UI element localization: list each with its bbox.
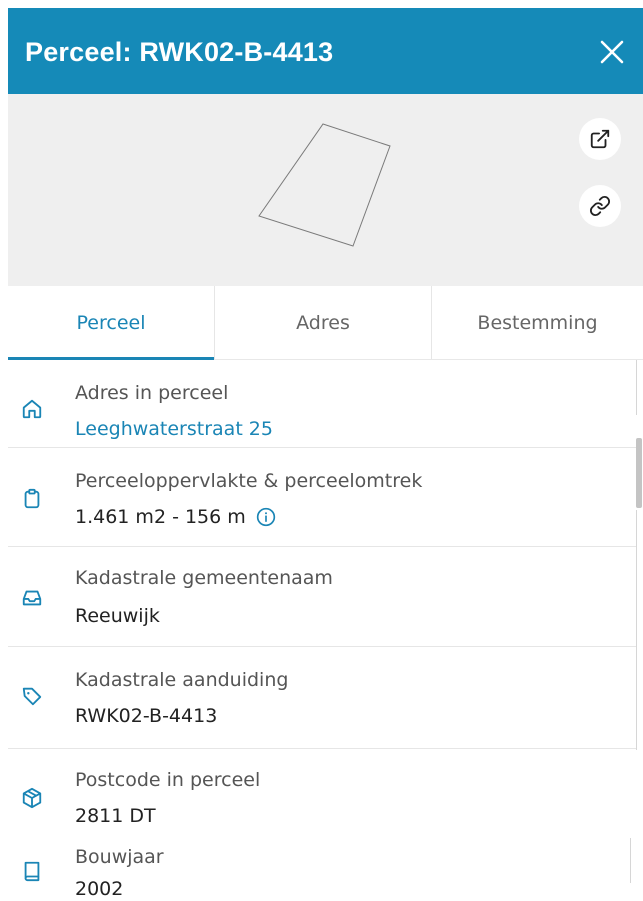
- build-year-label: Bouwjaar: [75, 846, 164, 868]
- inbox-icon: [22, 590, 42, 606]
- tab-adres[interactable]: Adres: [215, 286, 431, 360]
- list-item: Kadastrale aanduiding RWK02-B-4413: [8, 647, 636, 748]
- clipboard-icon: [24, 488, 40, 509]
- area-value-wrap: 1.461 m2 - 156 m: [75, 506, 276, 528]
- tag-icon: [22, 687, 42, 706]
- tab-perceel-label: Perceel: [76, 312, 146, 334]
- list-item: Perceeloppervlakte & perceelomtrek 1.461…: [8, 448, 636, 546]
- tab-adres-label: Adres: [296, 312, 350, 334]
- list-item: Bouwjaar 2002: [8, 830, 636, 901]
- external-link-icon: [590, 129, 610, 149]
- open-external-button[interactable]: [579, 118, 621, 160]
- panel-header: Perceel: RWK02-B-4413: [8, 8, 643, 94]
- book-icon: [24, 861, 40, 882]
- municipality-label: Kadastrale gemeentenaam: [75, 567, 333, 589]
- address-link[interactable]: Leeghwaterstraat 25: [75, 418, 273, 440]
- build-year-value: 2002: [75, 878, 124, 900]
- parcel-outline: [258, 123, 391, 247]
- scrollbar[interactable]: [636, 360, 643, 901]
- list-item: Kadastrale gemeentenaam Reeuwijk: [8, 547, 636, 646]
- tab-perceel[interactable]: Perceel: [8, 286, 214, 360]
- list-item: Adres in perceel Leeghwaterstraat 25: [8, 360, 636, 447]
- tab-bar: Perceel Adres Bestemming: [8, 286, 643, 360]
- link-icon: [589, 195, 611, 217]
- area-label: Perceeloppervlakte & perceelomtrek: [75, 470, 423, 492]
- close-icon: [600, 40, 624, 64]
- home-icon: [22, 399, 42, 419]
- parcel-map[interactable]: [8, 94, 643, 286]
- area-value: 1.461 m2 - 156 m: [75, 506, 246, 528]
- panel-title: Perceel: RWK02-B-4413: [25, 37, 334, 67]
- scroll-indicator: [630, 838, 631, 883]
- tab-bestemming[interactable]: Bestemming: [432, 286, 643, 360]
- scrollbar-thumb[interactable]: [636, 438, 642, 508]
- cadastral-designation-label: Kadastrale aanduiding: [75, 669, 289, 691]
- info-icon: [256, 507, 275, 527]
- cadastral-designation-value: RWK02-B-4413: [75, 705, 218, 727]
- scroll-indicator: [636, 360, 637, 415]
- close-button[interactable]: [592, 32, 632, 72]
- parcel-details-list[interactable]: Adres in perceel Leeghwaterstraat 25 Per…: [8, 360, 643, 901]
- postcode-value: 2811 DT: [75, 805, 156, 827]
- municipality-value: Reeuwijk: [75, 605, 160, 627]
- list-item: Postcode in perceel 2811 DT: [8, 749, 636, 829]
- address-label: Adres in perceel: [75, 382, 229, 404]
- package-icon: [22, 787, 42, 809]
- parcel-panel: Perceel: RWK02-B-4413 Perceel Adres Best…: [0, 0, 643, 901]
- tab-bestemming-label: Bestemming: [477, 312, 598, 334]
- postcode-label: Postcode in perceel: [75, 769, 261, 791]
- scroll-indicator: [636, 510, 637, 750]
- info-button[interactable]: [256, 507, 276, 527]
- copy-link-button[interactable]: [579, 185, 621, 227]
